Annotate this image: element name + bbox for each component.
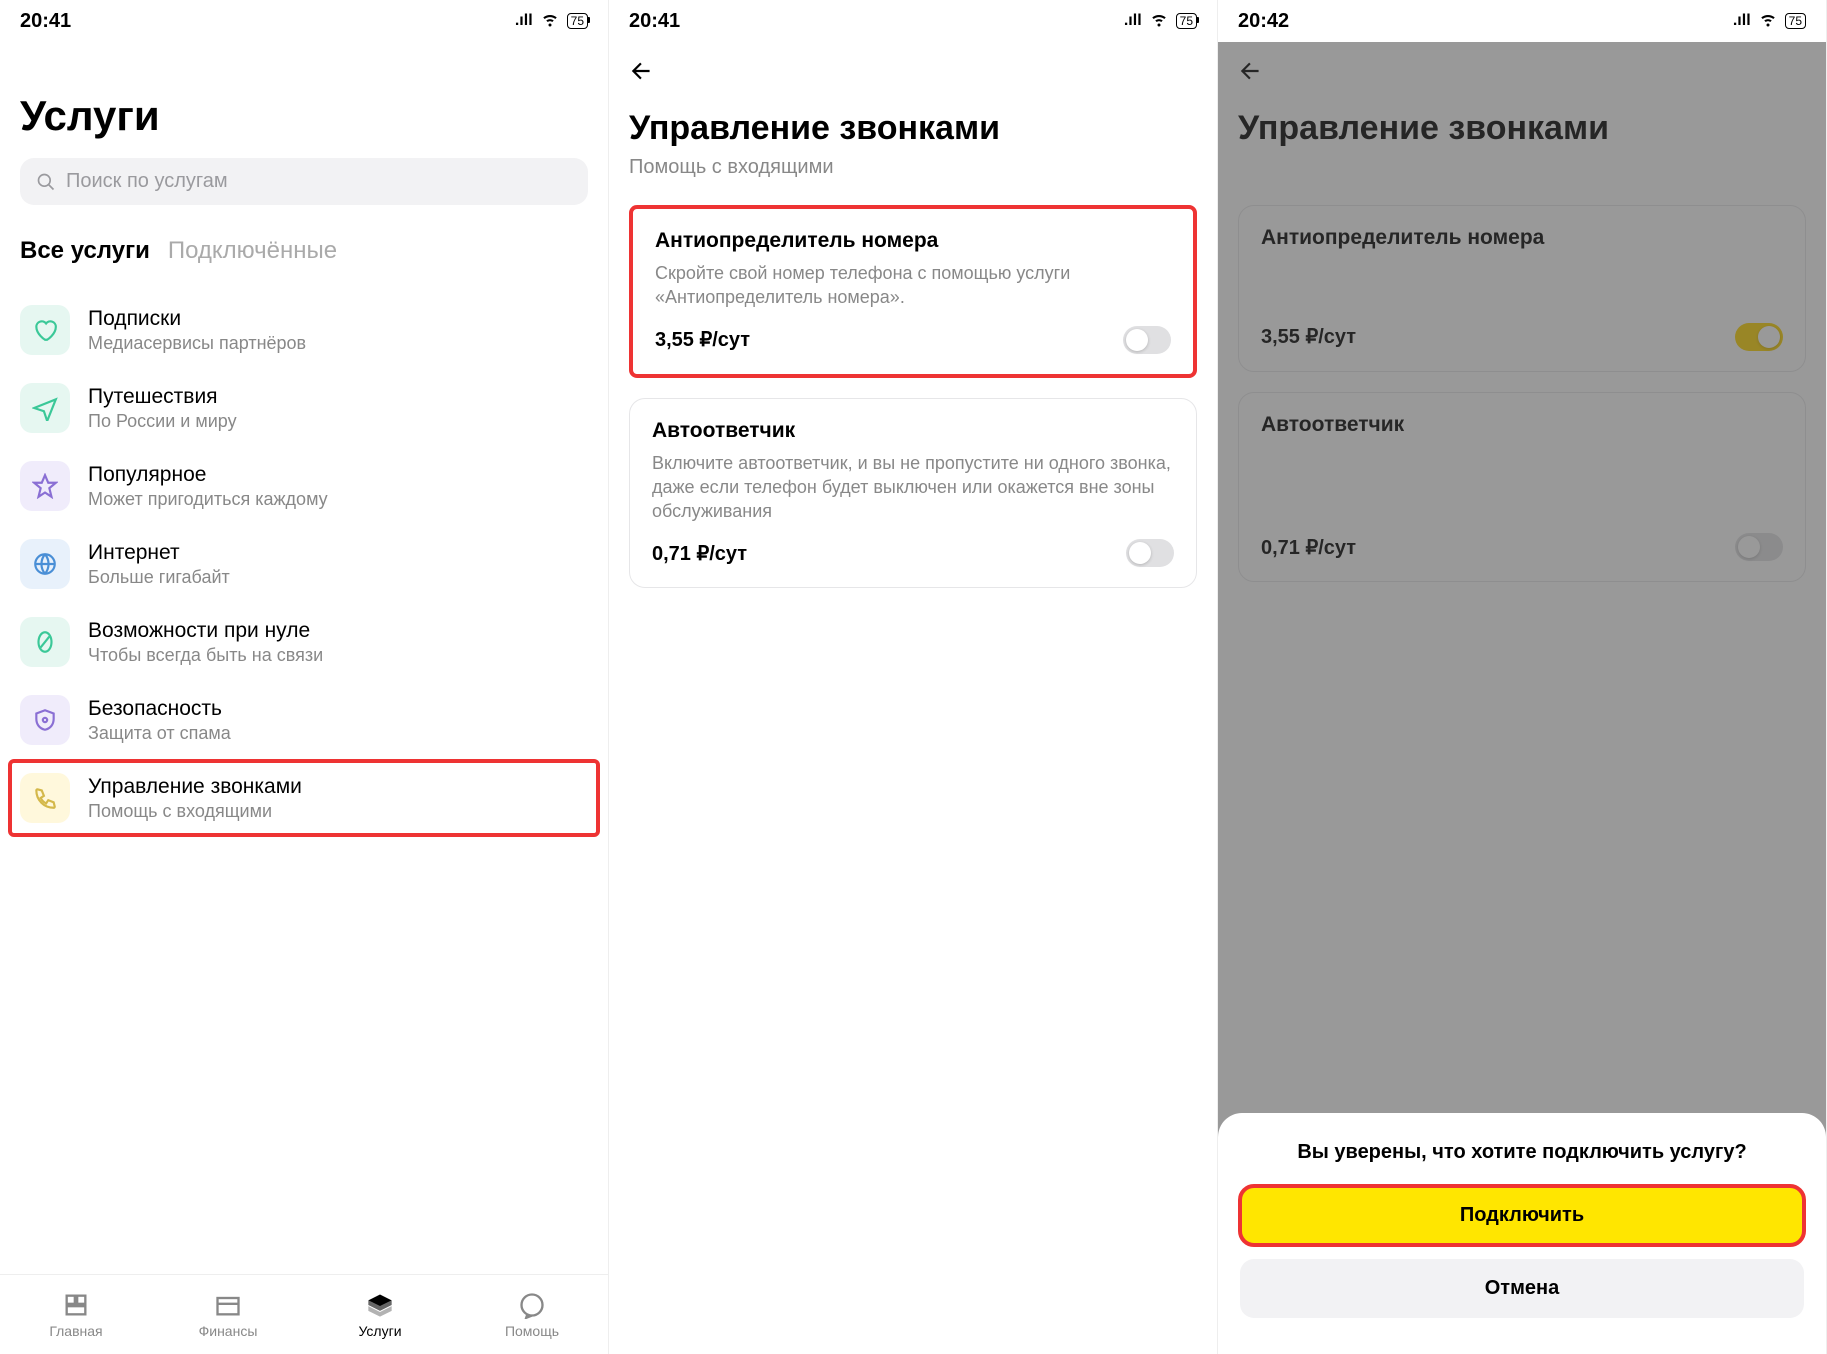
search-icon — [36, 172, 56, 192]
confirm-sheet: Вы уверены, что хотите подключить услугу… — [1218, 1113, 1826, 1354]
battery-icon: 75 — [1785, 13, 1806, 29]
screen-confirm-dialog: 20:42 .ıll 75 Управление звонками Помощь… — [1218, 0, 1827, 1354]
tab-all[interactable]: Все услуги — [20, 237, 150, 265]
star-icon — [20, 461, 70, 511]
wifi-icon — [541, 10, 559, 33]
signal-icon: .ıll — [515, 12, 533, 30]
battery-icon: 75 — [1176, 13, 1197, 29]
zero-icon — [20, 617, 70, 667]
page-subtitle: Помощь с входящими — [629, 156, 1197, 179]
page-title: Управление звонками — [629, 109, 1197, 148]
nav-services[interactable]: Услуги — [304, 1275, 456, 1354]
status-icons: .ıll 75 — [515, 10, 588, 33]
plane-icon — [20, 383, 70, 433]
status-bar: 20:41 .ıll 75 — [609, 0, 1217, 42]
back-button[interactable] — [609, 42, 1217, 89]
card-title: Антиопределитель номера — [655, 229, 1171, 253]
battery-icon: 75 — [567, 13, 588, 29]
tab-connected[interactable]: Подключённые — [168, 237, 337, 265]
sheet-title: Вы уверены, что хотите подключить услугу… — [1240, 1141, 1804, 1164]
toggle-anti-caller-id[interactable] — [1123, 326, 1171, 354]
list-item-call-management[interactable]: Управление звонкамиПомощь с входящими — [8, 759, 600, 837]
screen-services: 20:41 .ıll 75 Услуги Поиск по услугам Вс… — [0, 0, 609, 1354]
status-time: 20:42 — [1238, 10, 1289, 33]
arrow-left-icon — [629, 58, 655, 84]
phone-icon — [20, 773, 70, 823]
toggle-voicemail[interactable] — [1126, 539, 1174, 567]
list-item-subscriptions[interactable]: ПодпискиМедиасервисы партнёров — [20, 291, 588, 369]
search-input[interactable]: Поиск по услугам — [20, 158, 588, 205]
search-placeholder: Поиск по услугам — [66, 170, 228, 193]
status-time: 20:41 — [20, 10, 71, 33]
card-price: 3,55 ₽/сут — [655, 327, 750, 352]
confirm-button[interactable]: Подключить — [1240, 1186, 1804, 1245]
status-icons: .ıll 75 — [1124, 10, 1197, 33]
page-title: Услуги — [20, 92, 588, 140]
status-bar: 20:42 .ıll 75 — [1218, 0, 1826, 42]
screen-call-management: 20:41 .ıll 75 Управление звонками Помощь… — [609, 0, 1218, 1354]
status-time: 20:41 — [629, 10, 680, 33]
card-title: Автоответчик — [652, 419, 1174, 443]
card-voicemail[interactable]: Автоответчик Включите автоответчик, и вы… — [629, 398, 1197, 589]
signal-icon: .ıll — [1124, 12, 1142, 30]
shield-icon — [20, 695, 70, 745]
card-price: 0,71 ₽/сут — [652, 541, 747, 566]
nav-home[interactable]: Главная — [0, 1275, 152, 1354]
signal-icon: .ıll — [1733, 12, 1751, 30]
card-anti-caller-id[interactable]: Антиопределитель номера Скройте свой ном… — [629, 205, 1197, 378]
card-desc: Включите автоответчик, и вы не пропустит… — [652, 451, 1174, 524]
list-item-internet[interactable]: ИнтернетБольше гигабайт — [20, 525, 588, 603]
card-desc: Скройте свой номер телефона с помощью ус… — [655, 261, 1171, 310]
status-bar: 20:41 .ıll 75 — [0, 0, 608, 42]
nav-finance[interactable]: Финансы — [152, 1275, 304, 1354]
status-icons: .ıll 75 — [1733, 10, 1806, 33]
globe-icon — [20, 539, 70, 589]
cancel-button[interactable]: Отмена — [1240, 1259, 1804, 1318]
wifi-icon — [1759, 10, 1777, 33]
tabs: Все услуги Подключённые — [20, 237, 588, 265]
list-item-popular[interactable]: ПопулярноеМожет пригодиться каждому — [20, 447, 588, 525]
list-item-zero[interactable]: Возможности при нулеЧтобы всегда быть на… — [20, 603, 588, 681]
list-item-security[interactable]: БезопасностьЗащита от спама — [20, 681, 588, 759]
heart-icon — [20, 305, 70, 355]
nav-help[interactable]: Помощь — [456, 1275, 608, 1354]
bottom-nav: Главная Финансы Услуги Помощь — [0, 1274, 608, 1354]
wifi-icon — [1150, 10, 1168, 33]
list-item-travel[interactable]: ПутешествияПо России и миру — [20, 369, 588, 447]
